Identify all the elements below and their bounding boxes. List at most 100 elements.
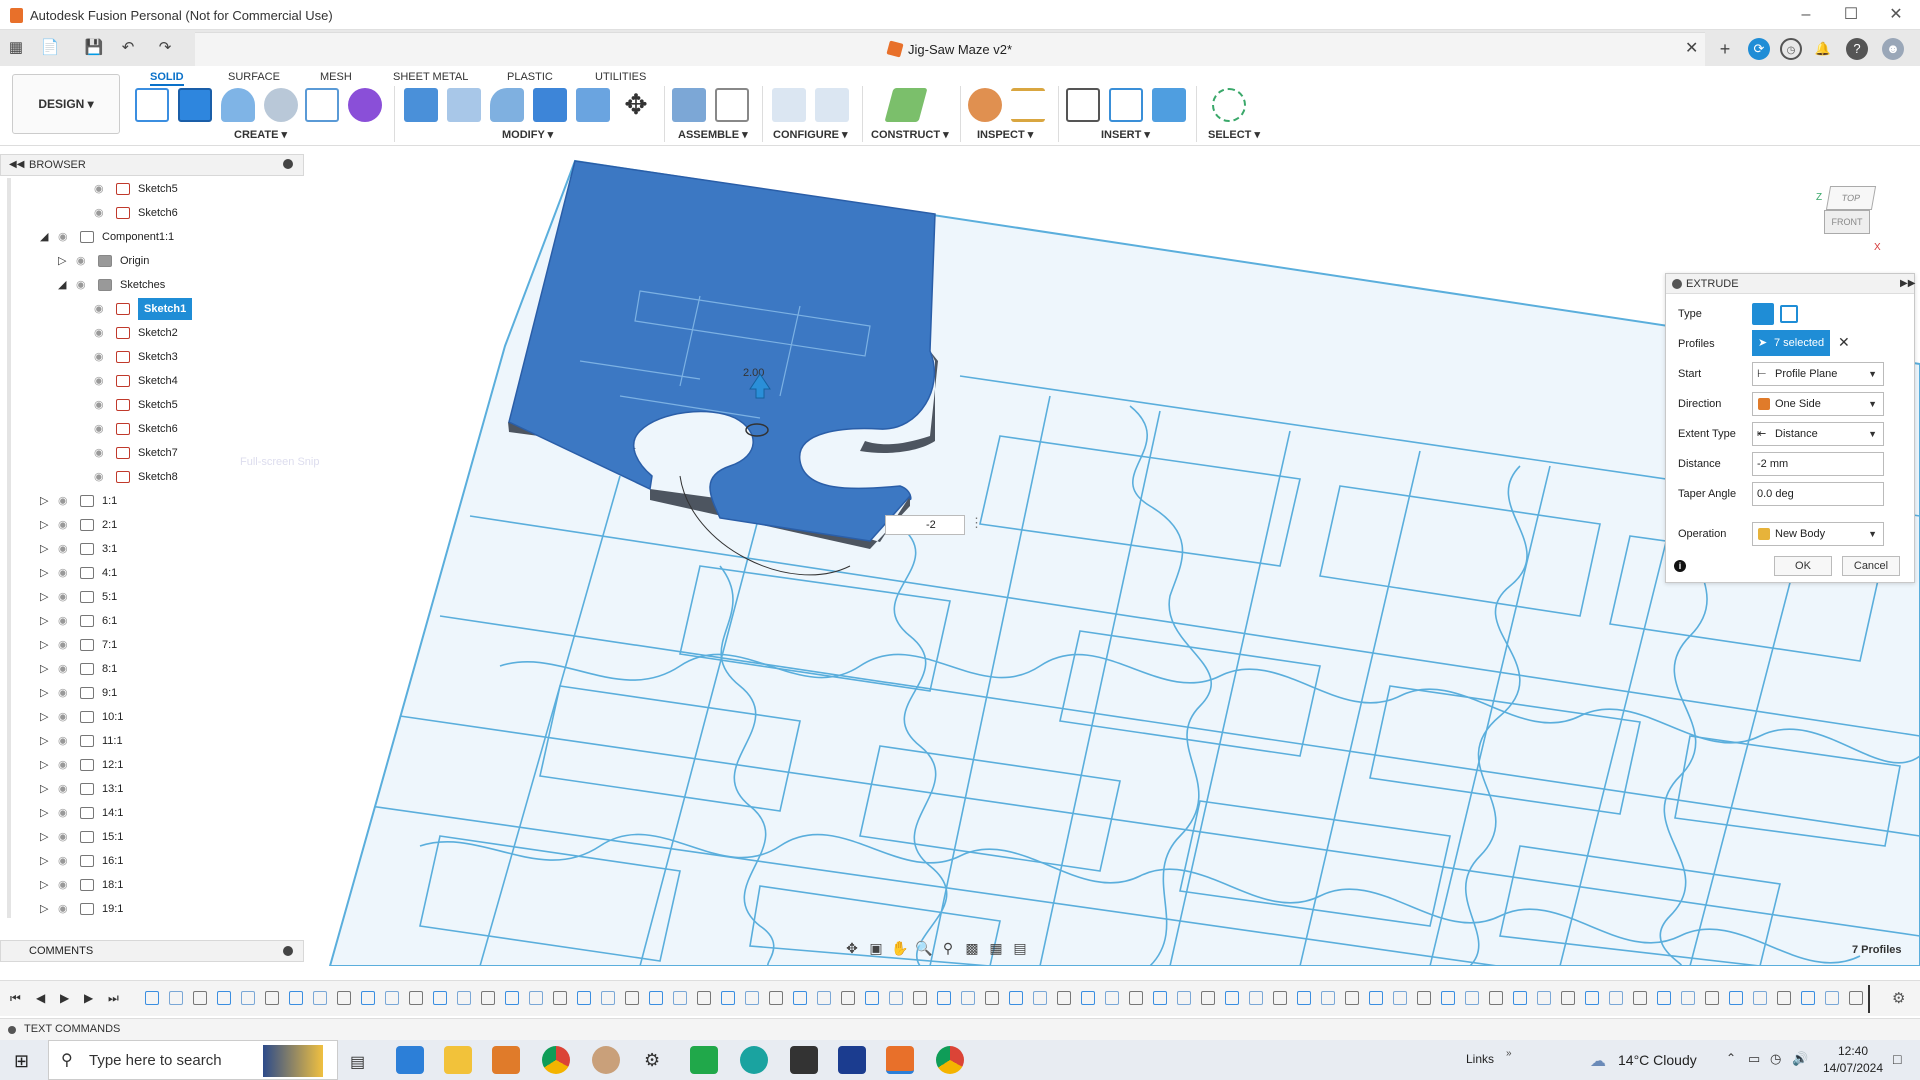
timeline-feature-icon[interactable] bbox=[409, 991, 423, 1005]
expand-triangle-icon[interactable]: ▷ bbox=[40, 634, 48, 656]
visibility-eye-icon[interactable]: ◉ bbox=[58, 850, 68, 872]
text-commands-bar[interactable]: TEXT COMMANDS bbox=[0, 1018, 1920, 1040]
visibility-eye-icon[interactable]: ◉ bbox=[58, 778, 68, 800]
help-icon[interactable]: ? bbox=[1846, 38, 1868, 60]
browser-item[interactable]: ▷ ◉ 6:1 bbox=[0, 610, 300, 632]
timeline-feature-icon[interactable] bbox=[1249, 991, 1263, 1005]
visibility-eye-icon[interactable]: ◉ bbox=[58, 586, 68, 608]
view-cube-front[interactable]: FRONT bbox=[1824, 210, 1870, 234]
timeline-feature-icon[interactable] bbox=[1753, 991, 1767, 1005]
visibility-eye-icon[interactable]: ◉ bbox=[94, 346, 104, 368]
browser-item[interactable]: ▷ ◉ 8:1 bbox=[0, 658, 300, 680]
new-component-icon[interactable] bbox=[672, 88, 706, 122]
timeline-feature-icon[interactable] bbox=[1345, 991, 1359, 1005]
visibility-eye-icon[interactable]: ◉ bbox=[94, 394, 104, 416]
orbit-icon[interactable]: ✥ bbox=[840, 940, 864, 957]
browser-item[interactable]: ▷ ◉ 3:1 bbox=[0, 538, 300, 560]
visibility-eye-icon[interactable]: ◉ bbox=[58, 802, 68, 824]
timeline-marker[interactable] bbox=[1868, 985, 1870, 1013]
fit-icon[interactable]: ⚲ bbox=[936, 940, 960, 957]
ok-button[interactable]: OK bbox=[1774, 556, 1832, 576]
timeline-feature-icon[interactable] bbox=[841, 991, 855, 1005]
browser-item[interactable]: ◉ Sketch4 bbox=[0, 370, 300, 392]
timeline-feature-icon[interactable] bbox=[769, 991, 783, 1005]
task-view-icon[interactable]: ▤ bbox=[350, 1052, 365, 1072]
timeline-feature-icon[interactable] bbox=[1297, 991, 1311, 1005]
browser-item[interactable]: ▷ ◉ 10:1 bbox=[0, 706, 300, 728]
timeline-settings-icon[interactable]: ⚙ bbox=[1892, 989, 1905, 1007]
timeline-feature-icon[interactable] bbox=[1633, 991, 1647, 1005]
undo-icon[interactable]: ↶ bbox=[118, 38, 138, 58]
tab-utilities[interactable]: UTILITIES bbox=[595, 68, 646, 86]
browser-item[interactable]: ▷ ◉ 1:1 bbox=[0, 490, 300, 512]
browser-item[interactable]: ▷ ◉ 18:1 bbox=[0, 874, 300, 896]
browser-item[interactable]: ◉ Sketch6 bbox=[0, 202, 300, 224]
browser-item[interactable]: ◉ Sketch5 bbox=[0, 394, 300, 416]
move-icon[interactable]: ✥ bbox=[619, 88, 653, 122]
timeline-feature-icon[interactable] bbox=[1537, 991, 1551, 1005]
user-avatar[interactable]: ☻ bbox=[1882, 38, 1904, 60]
extent-type-select[interactable]: ⇤ Distance ▼ bbox=[1752, 422, 1884, 446]
timeline-feature-icon[interactable] bbox=[961, 991, 975, 1005]
timeline-feature-icon[interactable] bbox=[817, 991, 831, 1005]
clock-date[interactable]: 14/07/2024 bbox=[1818, 1061, 1888, 1075]
timeline-feature-icon[interactable] bbox=[793, 991, 807, 1005]
chamfer-icon[interactable] bbox=[490, 88, 524, 122]
spreadsheet-app-icon[interactable] bbox=[690, 1046, 718, 1074]
maximize-button[interactable]: ☐ bbox=[1831, 4, 1871, 26]
type-solid-icon[interactable] bbox=[1752, 303, 1774, 325]
minimize-button[interactable]: – bbox=[1786, 4, 1826, 26]
expand-triangle-icon[interactable]: ▷ bbox=[58, 250, 66, 272]
insert-derive-icon[interactable] bbox=[1066, 88, 1100, 122]
joint-icon[interactable] bbox=[715, 88, 749, 122]
visibility-eye-icon[interactable]: ◉ bbox=[58, 898, 68, 920]
step-forward-icon[interactable]: ▶ bbox=[84, 991, 93, 1005]
step-back-icon[interactable]: ◀ bbox=[36, 991, 45, 1005]
visibility-eye-icon[interactable]: ◉ bbox=[58, 226, 68, 248]
fillet-icon[interactable] bbox=[447, 88, 481, 122]
links-expand-icon[interactable]: » bbox=[1506, 1048, 1512, 1059]
visibility-eye-icon[interactable]: ◉ bbox=[76, 274, 86, 296]
expand-triangle-icon[interactable]: ▷ bbox=[40, 874, 48, 896]
timeline-feature-icon[interactable] bbox=[601, 991, 615, 1005]
visibility-eye-icon[interactable]: ◉ bbox=[58, 706, 68, 728]
configure-table-icon[interactable] bbox=[815, 88, 849, 122]
tab-sheet-metal[interactable]: SHEET METAL bbox=[393, 68, 468, 86]
visibility-eye-icon[interactable]: ◉ bbox=[58, 490, 68, 512]
clear-selection-icon[interactable]: ✕ bbox=[1838, 334, 1850, 351]
visibility-eye-icon[interactable]: ◉ bbox=[94, 178, 104, 200]
chrome-profile-app-icon[interactable] bbox=[936, 1046, 964, 1074]
expand-triangle-icon[interactable]: ▷ bbox=[40, 802, 48, 824]
timeline-feature-icon[interactable] bbox=[1369, 991, 1383, 1005]
visibility-eye-icon[interactable]: ◉ bbox=[94, 322, 104, 344]
timeline-feature-icon[interactable] bbox=[553, 991, 567, 1005]
timeline-feature-icon[interactable] bbox=[385, 991, 399, 1005]
arduino-app-icon[interactable] bbox=[740, 1046, 768, 1074]
expand-triangle-icon[interactable]: ▷ bbox=[40, 706, 48, 728]
comments-panel-header[interactable]: COMMENTS bbox=[0, 940, 304, 962]
timeline-feature-icon[interactable] bbox=[1657, 991, 1671, 1005]
viewports-icon[interactable]: ▤ bbox=[1008, 940, 1032, 957]
save-icon[interactable]: 💾 bbox=[84, 38, 104, 58]
timeline-feature-icon[interactable] bbox=[1177, 991, 1191, 1005]
notifications-icon[interactable]: 🔔 bbox=[1812, 38, 1834, 60]
timeline-feature-icon[interactable] bbox=[1321, 991, 1335, 1005]
browser-item[interactable]: ▷ ◉ 2:1 bbox=[0, 514, 300, 536]
browser-item[interactable]: ▷ ◉ Origin bbox=[0, 250, 300, 272]
timeline-feature-icon[interactable] bbox=[649, 991, 663, 1005]
chrome-app-icon[interactable] bbox=[542, 1046, 570, 1074]
view-cube-top[interactable]: TOP bbox=[1825, 186, 1877, 210]
type-thin-icon[interactable] bbox=[1780, 305, 1798, 323]
timeline-feature-icon[interactable] bbox=[1777, 991, 1791, 1005]
modify-menu[interactable]: MODIFY ▾ bbox=[502, 128, 553, 141]
browser-item[interactable]: ◉ Sketch1 bbox=[0, 298, 300, 320]
pan-icon[interactable]: ✋ bbox=[888, 940, 912, 957]
network-icon[interactable]: ◷ bbox=[1770, 1051, 1781, 1067]
visibility-eye-icon[interactable]: ◉ bbox=[94, 418, 104, 440]
timeline-feature-icon[interactable] bbox=[193, 991, 207, 1005]
timeline-feature-icon[interactable] bbox=[865, 991, 879, 1005]
timeline-feature-icon[interactable] bbox=[673, 991, 687, 1005]
timeline-feature-icon[interactable] bbox=[145, 991, 159, 1005]
visibility-eye-icon[interactable]: ◉ bbox=[58, 538, 68, 560]
go-to-end-icon[interactable]: ⏭ bbox=[108, 991, 119, 1006]
